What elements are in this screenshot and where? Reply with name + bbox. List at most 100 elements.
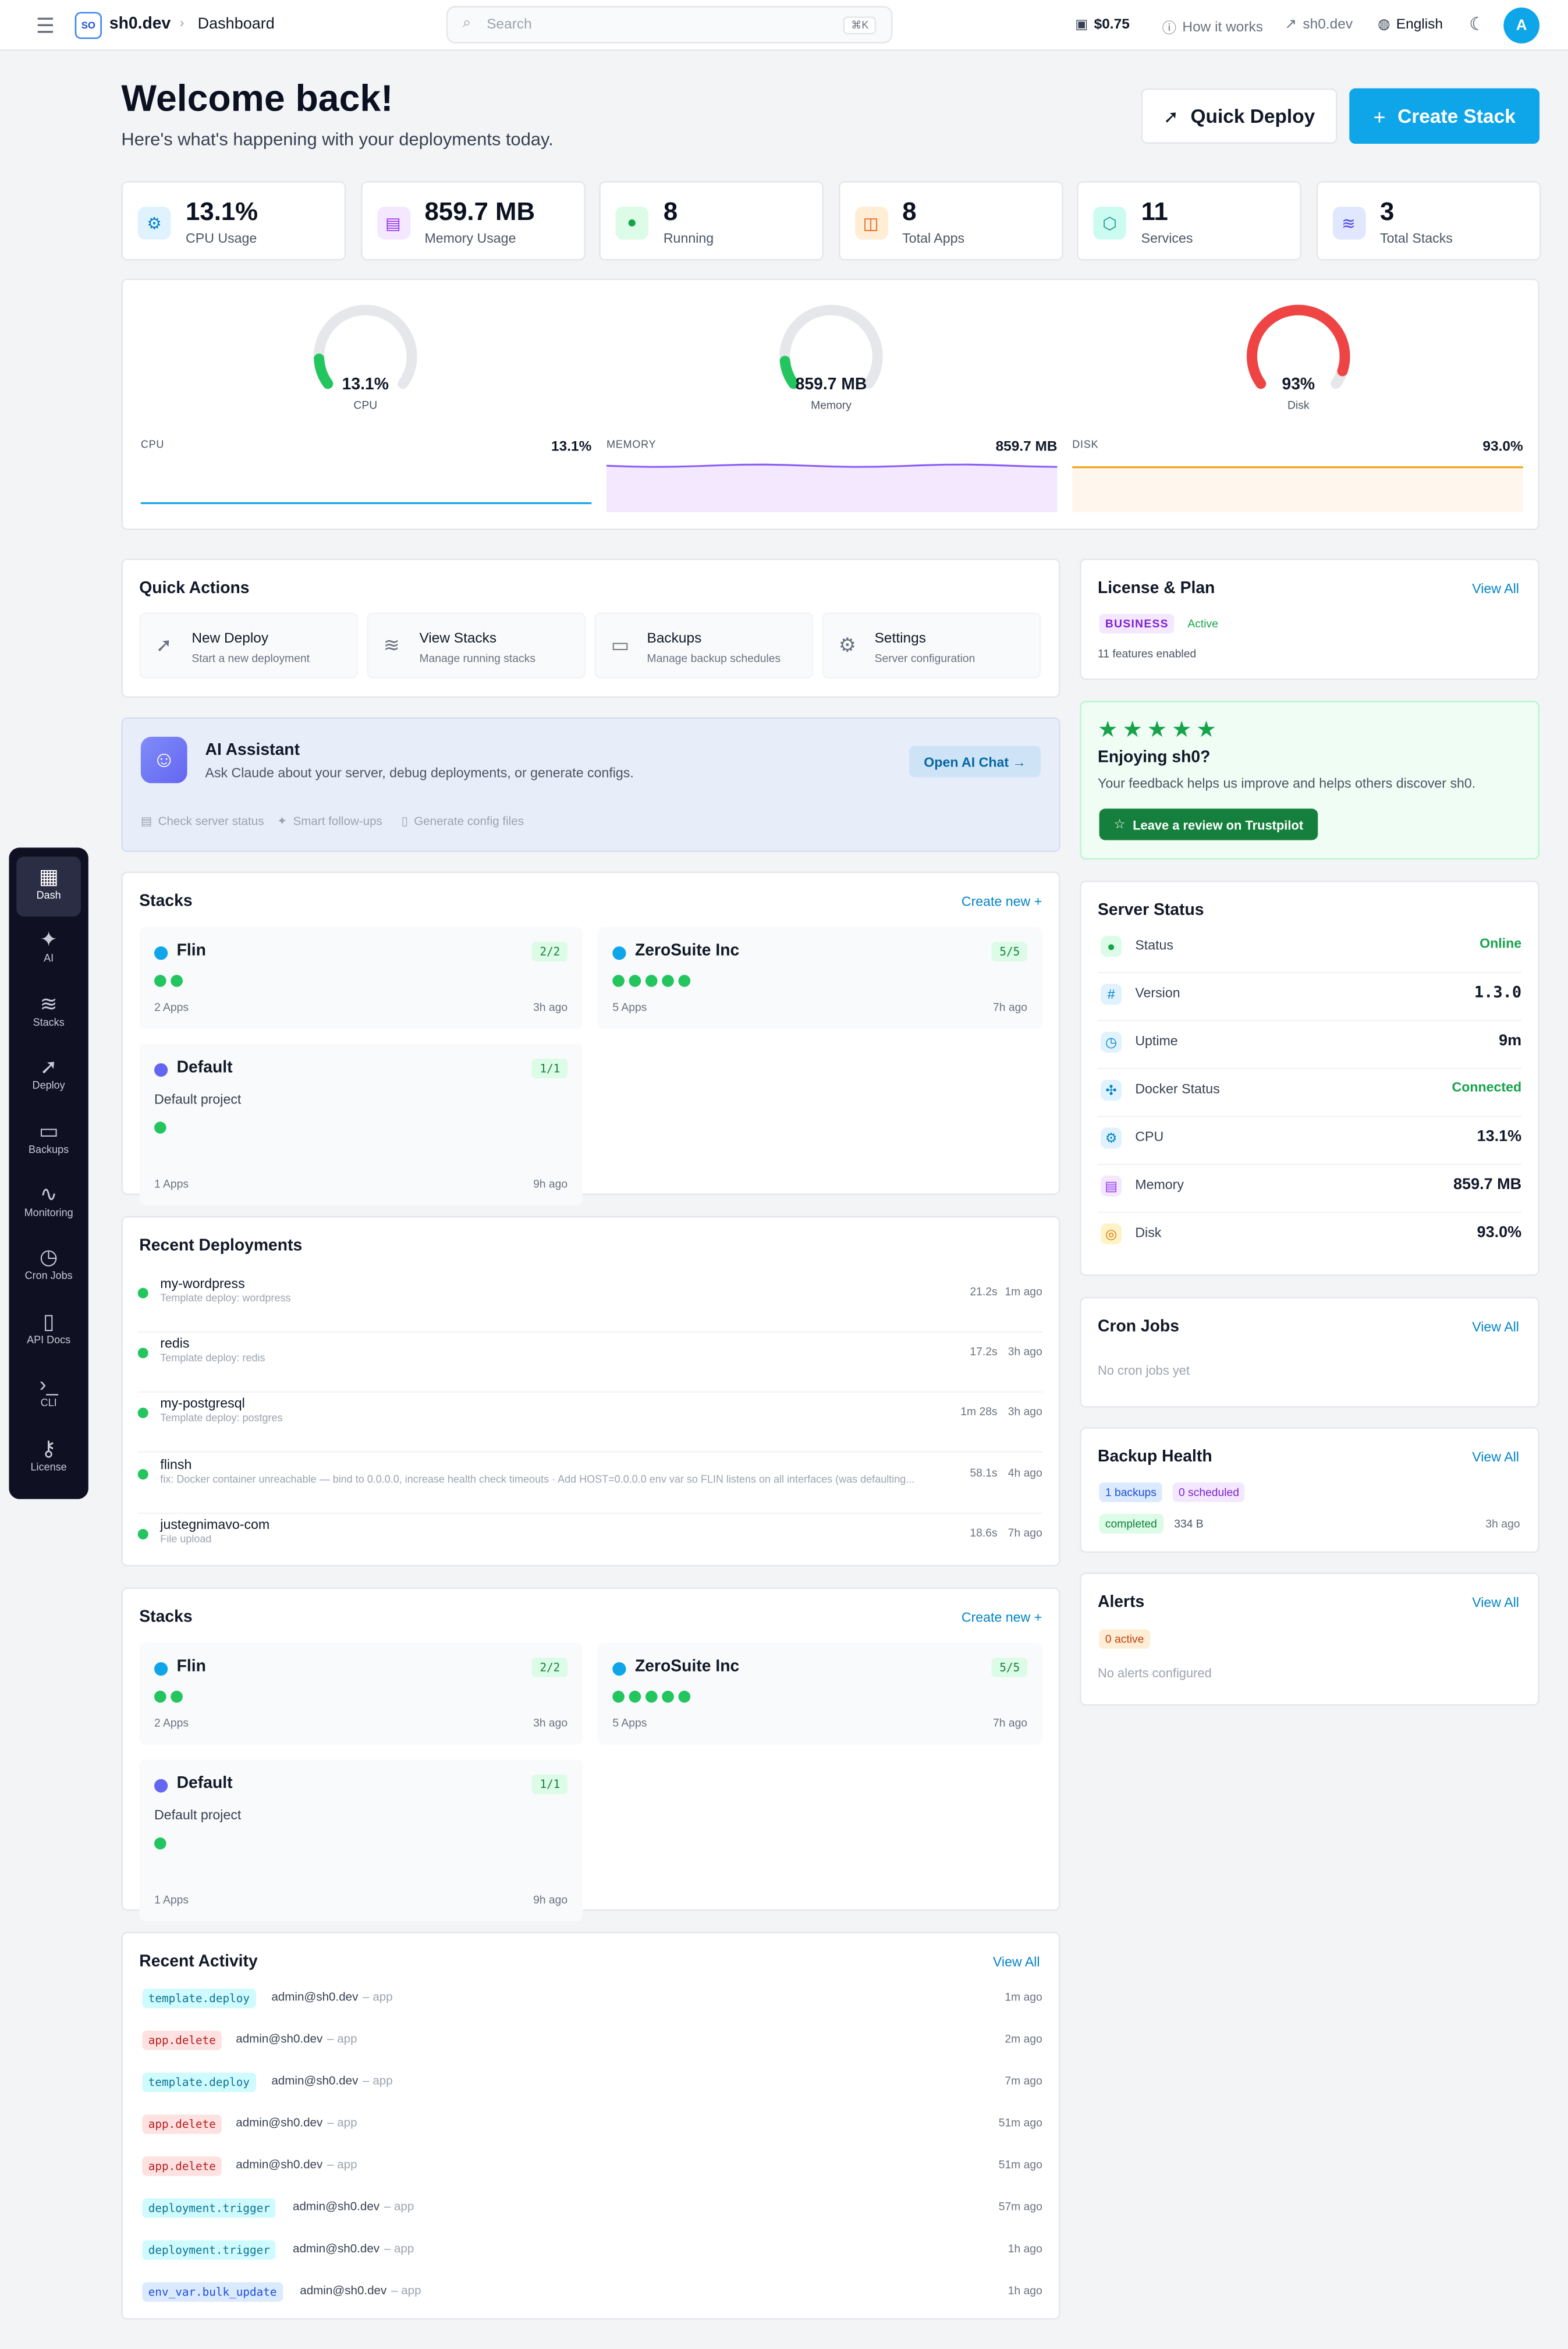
quick-action-settings[interactable]: ⚙ Settings Server configuration	[822, 612, 1041, 679]
deployment-status-dot	[137, 1287, 148, 1298]
quick-action-new-deploy[interactable]: ➚ New Deploy Start a new deployment	[139, 612, 358, 679]
stat-label: Services	[1141, 230, 1193, 246]
how-it-works-link[interactable]: ⓘ How it works	[1162, 16, 1263, 37]
server-icon: ▤	[140, 814, 152, 828]
activity-row[interactable]: app.delete admin@sh0.dev – app 51m ago	[138, 2109, 1042, 2151]
sidebar-item-deploy[interactable]: ➚ Deploy	[16, 1047, 81, 1107]
activity-ago: 51m ago	[998, 2116, 1042, 2130]
search-input[interactable]: ⌕ Search ⌘K	[446, 6, 893, 44]
gauge-value: 93%	[1282, 375, 1315, 394]
activity-user: admin@sh0.dev	[300, 2283, 387, 2297]
deployment-row[interactable]: my-postgresql Template deploy: postgres 1m…	[137, 1393, 1042, 1453]
sidebar-item-backups[interactable]: ▭ Backups	[16, 1110, 81, 1170]
clock-icon: ◷	[1101, 1031, 1122, 1053]
quick-action-desc: Start a new deployment	[191, 651, 310, 665]
deployment-message: Template deploy: wordpress	[160, 1294, 291, 1305]
sparkle-icon: ✦	[40, 927, 58, 952]
deployment-row[interactable]: justegnimavo-com File upload 18.6s 7h ago	[137, 1514, 1042, 1574]
activity-row[interactable]: deployment.trigger admin@sh0.dev – app 57m …	[138, 2192, 1042, 2234]
activity-action-tag: env_var.bulk_update	[142, 2282, 283, 2302]
layers-icon: ≋	[383, 633, 400, 656]
activity-row[interactable]: app.delete admin@sh0.dev – app 51m ago	[138, 2151, 1042, 2192]
activity-row[interactable]: env_var.bulk_update admin@sh0.dev – app 1h …	[138, 2276, 1042, 2318]
sidebar-item-label: API Docs	[27, 1335, 71, 1346]
sidebar-item-label: Cron Jobs	[24, 1272, 73, 1283]
stack-app-count: 2 Apps	[154, 1000, 189, 1014]
status-dot-icon: ●	[1101, 936, 1122, 957]
open-ai-chat-button[interactable]: Open AI Chat →	[909, 746, 1041, 778]
activity-action-tag: deployment.trigger	[142, 2198, 276, 2218]
topbar: ☰ SO sh0.dev › Dashboard ⌕ Search ⌘K ▣ $…	[0, 0, 1568, 51]
stack-card-zerosuite-inc-secondary[interactable]: ZeroSuite Inc 5/5 5 Apps 7h ago	[597, 1642, 1042, 1745]
stack-card-default[interactable]: Default 1/1 Default project 1 Apps 9h ago	[139, 1044, 583, 1206]
menu-icon[interactable]: ☰	[36, 13, 55, 39]
stack-app-status	[154, 975, 183, 987]
activity-row[interactable]: template.deploy admin@sh0.dev – app 1m ago	[138, 1983, 1042, 2025]
create-stack-button[interactable]: + Create Stack	[1349, 88, 1540, 144]
activity-actor: admin@sh0.dev – app	[293, 2242, 414, 2255]
gauge-label: Disk	[1287, 398, 1310, 412]
breadcrumb[interactable]: Dashboard	[198, 15, 275, 33]
wallet-icon: ▣	[1075, 16, 1088, 32]
server-status-label: Uptime	[1135, 1033, 1178, 1049]
theme-toggle-moon-icon[interactable]: ☾	[1469, 13, 1485, 34]
stat-label: Memory Usage	[424, 230, 516, 246]
backup-size: 334 B	[1174, 1517, 1204, 1531]
sidebar-item-cli[interactable]: ›_ CLI	[16, 1364, 81, 1424]
gear-icon: ⚙	[838, 633, 856, 656]
resource-panel: 13.1% CPU 859.7 MB Memory 93% Disk CPU 13.1% MEM…	[121, 278, 1540, 530]
create-new-stack-link[interactable]: Create new +	[962, 894, 1042, 909]
language-selector[interactable]: ◍ English	[1378, 16, 1443, 33]
server-status-value: 1.3.0	[1474, 984, 1522, 1002]
stat-value: 13.1%	[186, 197, 258, 226]
gauge-value: 13.1%	[342, 375, 389, 394]
sidebar-item-ai[interactable]: ✦ AI	[16, 920, 81, 980]
cron-view-all-link[interactable]: View All	[1472, 1319, 1519, 1335]
stack-health-badge: 1/1	[532, 1775, 568, 1794]
stack-card-zerosuite-inc[interactable]: ZeroSuite Inc 5/5 5 Apps 7h ago	[597, 927, 1042, 1029]
sidebar-item-monitoring[interactable]: ∿ Monitoring	[16, 1174, 81, 1234]
logo-icon[interactable]: SO	[75, 12, 102, 39]
activity-row[interactable]: template.deploy admin@sh0.dev – app 7m ago	[138, 2067, 1042, 2109]
activity-row[interactable]: app.delete admin@sh0.dev – app 2m ago	[138, 2025, 1042, 2067]
minichart-area	[606, 466, 1058, 512]
activity-row[interactable]: deployment.trigger admin@sh0.dev – app 1h a…	[138, 2234, 1042, 2276]
quick-action-view-stacks[interactable]: ≋ View Stacks Manage running stacks	[367, 612, 586, 679]
server-status-row: # Version 1.3.0	[1098, 973, 1522, 1021]
activity-view-all-link[interactable]: View All	[993, 1954, 1040, 1970]
license-view-all-link[interactable]: View All	[1472, 581, 1519, 596]
sidebar-item-dash[interactable]: ▦ Dash	[16, 856, 81, 917]
stack-card-flin[interactable]: Flin 2/2 2 Apps 3h ago	[139, 927, 583, 1029]
brand-name[interactable]: sh0.dev	[109, 15, 171, 33]
avatar[interactable]: A	[1503, 7, 1540, 44]
site-link[interactable]: ↗ sh0.dev	[1285, 16, 1353, 33]
backup-view-all-link[interactable]: View All	[1472, 1450, 1519, 1465]
sidebar-item-license[interactable]: ⚷ License	[16, 1428, 81, 1488]
server-status-value: 859.7 MB	[1453, 1175, 1522, 1194]
deployment-row[interactable]: flinsh fix: Docker container unreachable …	[137, 1453, 1042, 1514]
sidebar-item-cron-jobs[interactable]: ◷ Cron Jobs	[16, 1237, 81, 1297]
quick-action-backups[interactable]: ▭ Backups Manage backup schedules	[594, 612, 814, 679]
site-link-label: sh0.dev	[1303, 16, 1353, 33]
activity-user: admin@sh0.dev	[293, 2241, 380, 2255]
deployment-ago: 4h ago	[1008, 1465, 1042, 1479]
deployment-row[interactable]: redis Template deploy: redis 17.2s 3h ago	[137, 1333, 1042, 1393]
trustpilot-review-button[interactable]: ☆ Leave a review on Trustpilot	[1099, 808, 1318, 840]
quick-action-desc: Manage running stacks	[419, 651, 535, 665]
memory-icon: ▤	[1101, 1175, 1122, 1197]
search-placeholder: Search	[487, 16, 532, 33]
sidebar-item-stacks[interactable]: ≋ Stacks	[16, 984, 81, 1044]
alerts-view-all-link[interactable]: View All	[1472, 1595, 1519, 1610]
sidebar-item-api-docs[interactable]: ▯ API Docs	[16, 1301, 81, 1361]
stack-card-flin-secondary[interactable]: Flin 2/2 2 Apps 3h ago	[139, 1642, 583, 1745]
create-new-stack-link-secondary[interactable]: Create new +	[962, 1610, 1042, 1625]
quick-deploy-button[interactable]: ➚ Quick Deploy	[1141, 88, 1338, 144]
deployment-row[interactable]: my-wordpress Template deploy: wordpress 21…	[137, 1273, 1042, 1333]
layers-icon: ≋	[40, 991, 58, 1015]
file-icon: ▯	[401, 814, 408, 828]
balance[interactable]: ▣ $0.75	[1075, 16, 1129, 33]
stack-updated: 9h ago	[533, 1893, 568, 1907]
activity-actor: admin@sh0.dev – app	[236, 2032, 357, 2046]
activity-target: – app	[363, 2074, 393, 2088]
stack-card-default-secondary[interactable]: Default 1/1 Default project 1 Apps 9h ago	[139, 1759, 583, 1922]
